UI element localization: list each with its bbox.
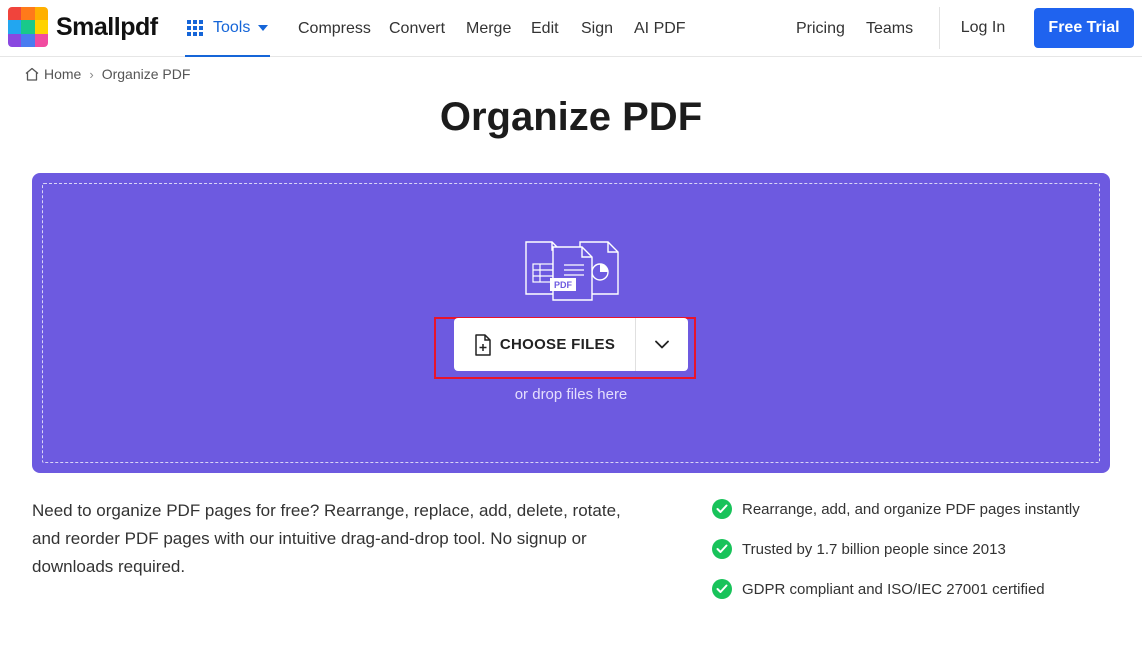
choose-files-button[interactable]: CHOOSE FILES [454, 318, 635, 371]
login-button[interactable]: Log In [946, 8, 1020, 48]
check-icon [712, 539, 732, 559]
nav-compress-link[interactable]: Compress [298, 20, 371, 38]
check-icon [712, 499, 732, 519]
header-divider [939, 7, 940, 49]
check-icon [712, 579, 732, 599]
feature-text: Rearrange, add, and organize PDF pages i… [742, 500, 1080, 518]
nav-compress[interactable]: Compress [298, 0, 371, 57]
pdf-badge-text: PDF [554, 280, 573, 290]
add-file-icon [475, 333, 491, 356]
grid-icon [187, 19, 203, 36]
feature-item: GDPR compliant and ISO/IEC 27001 certifi… [712, 577, 1080, 601]
drop-hint-text: or drop files here [514, 386, 628, 403]
choose-files-label: CHOOSE FILES [499, 336, 616, 353]
feature-item: Trusted by 1.7 billion people since 2013 [712, 537, 1080, 561]
logo-text: Smallpdf [56, 12, 158, 41]
feature-list: Rearrange, add, and organize PDF pages i… [712, 497, 1080, 617]
choose-files-dropdown[interactable] [635, 318, 688, 371]
documents-illustration-icon: PDF [525, 241, 619, 301]
caret-down-icon [258, 24, 269, 31]
tools-menu[interactable]: Tools [185, 0, 271, 57]
tools-label: Tools [213, 18, 251, 36]
free-trial-button[interactable]: Free Trial [1034, 8, 1134, 48]
chevron-down-icon [655, 340, 669, 349]
smallpdf-logo[interactable]: Smallpdf [8, 7, 158, 47]
feature-text: Trusted by 1.7 billion people since 2013 [742, 540, 1006, 558]
home-icon [25, 67, 39, 81]
nav-convert[interactable]: Convert [389, 0, 445, 57]
breadcrumb-current: Organize PDF [101, 66, 191, 82]
feature-item: Rearrange, add, and organize PDF pages i… [712, 497, 1080, 521]
nav-edit[interactable]: Edit [531, 0, 559, 57]
nav-sign[interactable]: Sign [581, 0, 613, 57]
nav-sign-link[interactable]: Sign [581, 20, 613, 38]
nav-teams[interactable]: Teams [866, 0, 913, 57]
breadcrumb-separator: › [89, 66, 94, 82]
nav-pricing[interactable]: Pricing [796, 0, 845, 57]
logo-mark-icon [8, 7, 48, 47]
nav-convert-link[interactable]: Convert [389, 20, 445, 38]
nav-merge-link[interactable]: Merge [466, 20, 511, 38]
tool-description: Need to organize PDF pages for free? Rea… [32, 501, 621, 576]
nav-ai-pdf[interactable]: AI PDF [634, 0, 686, 57]
nav-pricing-link[interactable]: Pricing [796, 20, 845, 38]
breadcrumb-home[interactable]: Home [44, 66, 81, 82]
nav-teams-link[interactable]: Teams [866, 20, 913, 38]
nav-ai-pdf-link[interactable]: AI PDF [634, 20, 686, 38]
page-title: Organize PDF [439, 95, 703, 139]
breadcrumb: Home › Organize PDF [24, 66, 190, 82]
nav-merge[interactable]: Merge [466, 0, 511, 57]
feature-text: GDPR compliant and ISO/IEC 27001 certifi… [742, 580, 1045, 598]
top-header: Smallpdf Tools Compress Convert Merge Ed… [0, 0, 1142, 57]
nav-edit-link[interactable]: Edit [531, 20, 559, 38]
